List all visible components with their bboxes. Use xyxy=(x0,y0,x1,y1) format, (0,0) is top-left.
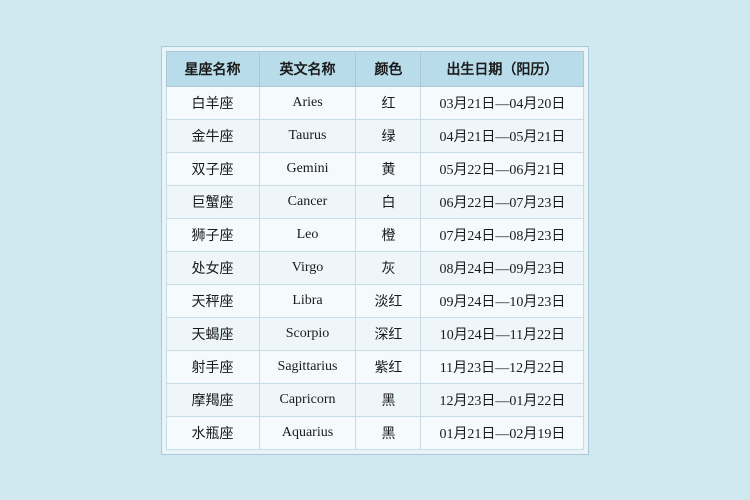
table-row: 金牛座Taurus绿04月21日—05月21日 xyxy=(166,119,584,152)
cell-9-2: 黑 xyxy=(356,383,421,416)
cell-10-1: Aquarius xyxy=(259,416,356,449)
cell-6-2: 淡红 xyxy=(356,284,421,317)
table-row: 水瓶座Aquarius黑01月21日—02月19日 xyxy=(166,416,584,449)
table-row: 狮子座Leo橙07月24日—08月23日 xyxy=(166,218,584,251)
cell-9-1: Capricorn xyxy=(259,383,356,416)
cell-6-1: Libra xyxy=(259,284,356,317)
cell-4-2: 橙 xyxy=(356,218,421,251)
table-row: 白羊座Aries红03月21日—04月20日 xyxy=(166,86,584,119)
cell-10-2: 黑 xyxy=(356,416,421,449)
cell-5-2: 灰 xyxy=(356,251,421,284)
cell-1-0: 金牛座 xyxy=(166,119,259,152)
cell-0-3: 03月21日—04月20日 xyxy=(421,86,584,119)
cell-1-1: Taurus xyxy=(259,119,356,152)
zodiac-table-container: 星座名称 英文名称 颜色 出生日期（阳历） 白羊座Aries红03月21日—04… xyxy=(161,46,590,455)
cell-3-3: 06月22日—07月23日 xyxy=(421,185,584,218)
cell-8-2: 紫红 xyxy=(356,350,421,383)
cell-3-0: 巨蟹座 xyxy=(166,185,259,218)
table-row: 巨蟹座Cancer白06月22日—07月23日 xyxy=(166,185,584,218)
col-header-color: 颜色 xyxy=(356,51,421,86)
cell-9-3: 12月23日—01月22日 xyxy=(421,383,584,416)
table-row: 处女座Virgo灰08月24日—09月23日 xyxy=(166,251,584,284)
cell-2-2: 黄 xyxy=(356,152,421,185)
cell-2-3: 05月22日—06月21日 xyxy=(421,152,584,185)
table-row: 摩羯座Capricorn黑12月23日—01月22日 xyxy=(166,383,584,416)
cell-1-2: 绿 xyxy=(356,119,421,152)
cell-7-0: 天蝎座 xyxy=(166,317,259,350)
col-header-english: 英文名称 xyxy=(259,51,356,86)
cell-7-1: Scorpio xyxy=(259,317,356,350)
table-row: 天秤座Libra淡红09月24日—10月23日 xyxy=(166,284,584,317)
cell-8-3: 11月23日—12月22日 xyxy=(421,350,584,383)
cell-5-3: 08月24日—09月23日 xyxy=(421,251,584,284)
cell-8-0: 射手座 xyxy=(166,350,259,383)
col-header-dates: 出生日期（阳历） xyxy=(421,51,584,86)
cell-10-3: 01月21日—02月19日 xyxy=(421,416,584,449)
cell-2-0: 双子座 xyxy=(166,152,259,185)
cell-4-1: Leo xyxy=(259,218,356,251)
cell-8-1: Sagittarius xyxy=(259,350,356,383)
cell-3-1: Cancer xyxy=(259,185,356,218)
cell-10-0: 水瓶座 xyxy=(166,416,259,449)
table-row: 天蝎座Scorpio深红10月24日—11月22日 xyxy=(166,317,584,350)
cell-6-0: 天秤座 xyxy=(166,284,259,317)
table-header-row: 星座名称 英文名称 颜色 出生日期（阳历） xyxy=(166,51,584,86)
cell-0-0: 白羊座 xyxy=(166,86,259,119)
cell-4-0: 狮子座 xyxy=(166,218,259,251)
cell-4-3: 07月24日—08月23日 xyxy=(421,218,584,251)
cell-5-0: 处女座 xyxy=(166,251,259,284)
cell-0-1: Aries xyxy=(259,86,356,119)
cell-6-3: 09月24日—10月23日 xyxy=(421,284,584,317)
table-row: 射手座Sagittarius紫红11月23日—12月22日 xyxy=(166,350,584,383)
cell-1-3: 04月21日—05月21日 xyxy=(421,119,584,152)
cell-3-2: 白 xyxy=(356,185,421,218)
cell-9-0: 摩羯座 xyxy=(166,383,259,416)
zodiac-table: 星座名称 英文名称 颜色 出生日期（阳历） 白羊座Aries红03月21日—04… xyxy=(166,51,585,450)
cell-5-1: Virgo xyxy=(259,251,356,284)
cell-2-1: Gemini xyxy=(259,152,356,185)
table-body: 白羊座Aries红03月21日—04月20日金牛座Taurus绿04月21日—0… xyxy=(166,86,584,449)
col-header-chinese: 星座名称 xyxy=(166,51,259,86)
cell-7-3: 10月24日—11月22日 xyxy=(421,317,584,350)
cell-0-2: 红 xyxy=(356,86,421,119)
cell-7-2: 深红 xyxy=(356,317,421,350)
table-row: 双子座Gemini黄05月22日—06月21日 xyxy=(166,152,584,185)
